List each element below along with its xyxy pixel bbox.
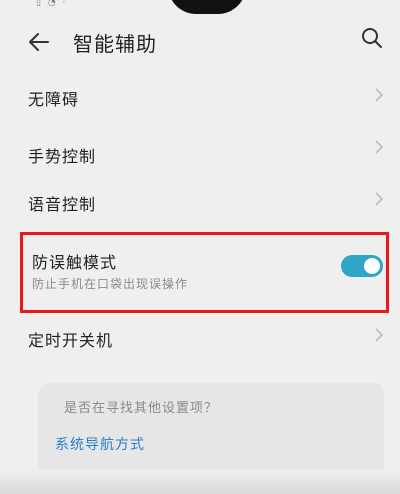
status-bar: ▯ ◔ · — [0, 0, 400, 16]
camera-notch — [168, 0, 246, 14]
list-item-scheduled-power[interactable]: 定时开关机 — [0, 322, 400, 368]
chevron-right-icon — [375, 140, 384, 154]
header: 智能辅助 — [0, 22, 400, 64]
list-item-gesture-control[interactable]: 手势控制 — [0, 138, 400, 184]
list-item-label: 手势控制 — [28, 147, 97, 166]
bottom-edge — [0, 470, 400, 494]
chevron-right-icon — [375, 328, 384, 342]
suggestion-question: 是否在寻找其他设置项？ — [64, 401, 219, 416]
back-arrow-icon[interactable] — [28, 31, 50, 53]
list-item-label: 无障碍 — [28, 90, 80, 109]
search-icon[interactable] — [360, 26, 384, 50]
list-item-voice-control[interactable]: 语音控制 — [0, 188, 400, 234]
chevron-right-icon — [375, 192, 384, 206]
list-item-label: 语音控制 — [28, 195, 97, 214]
suggestion-card: 是否在寻找其他设置项？ 系统导航方式 — [38, 383, 384, 483]
pocket-mode-subtitle: 防止手机在口袋出现误操作 — [32, 277, 189, 291]
navigation-method-link[interactable]: 系统导航方式 — [55, 434, 145, 454]
list-item-label: 定时开关机 — [28, 331, 114, 350]
pocket-mode-toggle[interactable] — [341, 255, 383, 277]
status-icons: ▯ ◔ · — [36, 0, 68, 8]
list-item-accessibility[interactable]: 无障碍 — [0, 76, 400, 122]
toggle-knob — [364, 258, 380, 274]
chevron-right-icon — [375, 88, 384, 102]
page-title: 智能辅助 — [73, 32, 157, 56]
pocket-mode-title: 防误触模式 — [32, 253, 118, 272]
